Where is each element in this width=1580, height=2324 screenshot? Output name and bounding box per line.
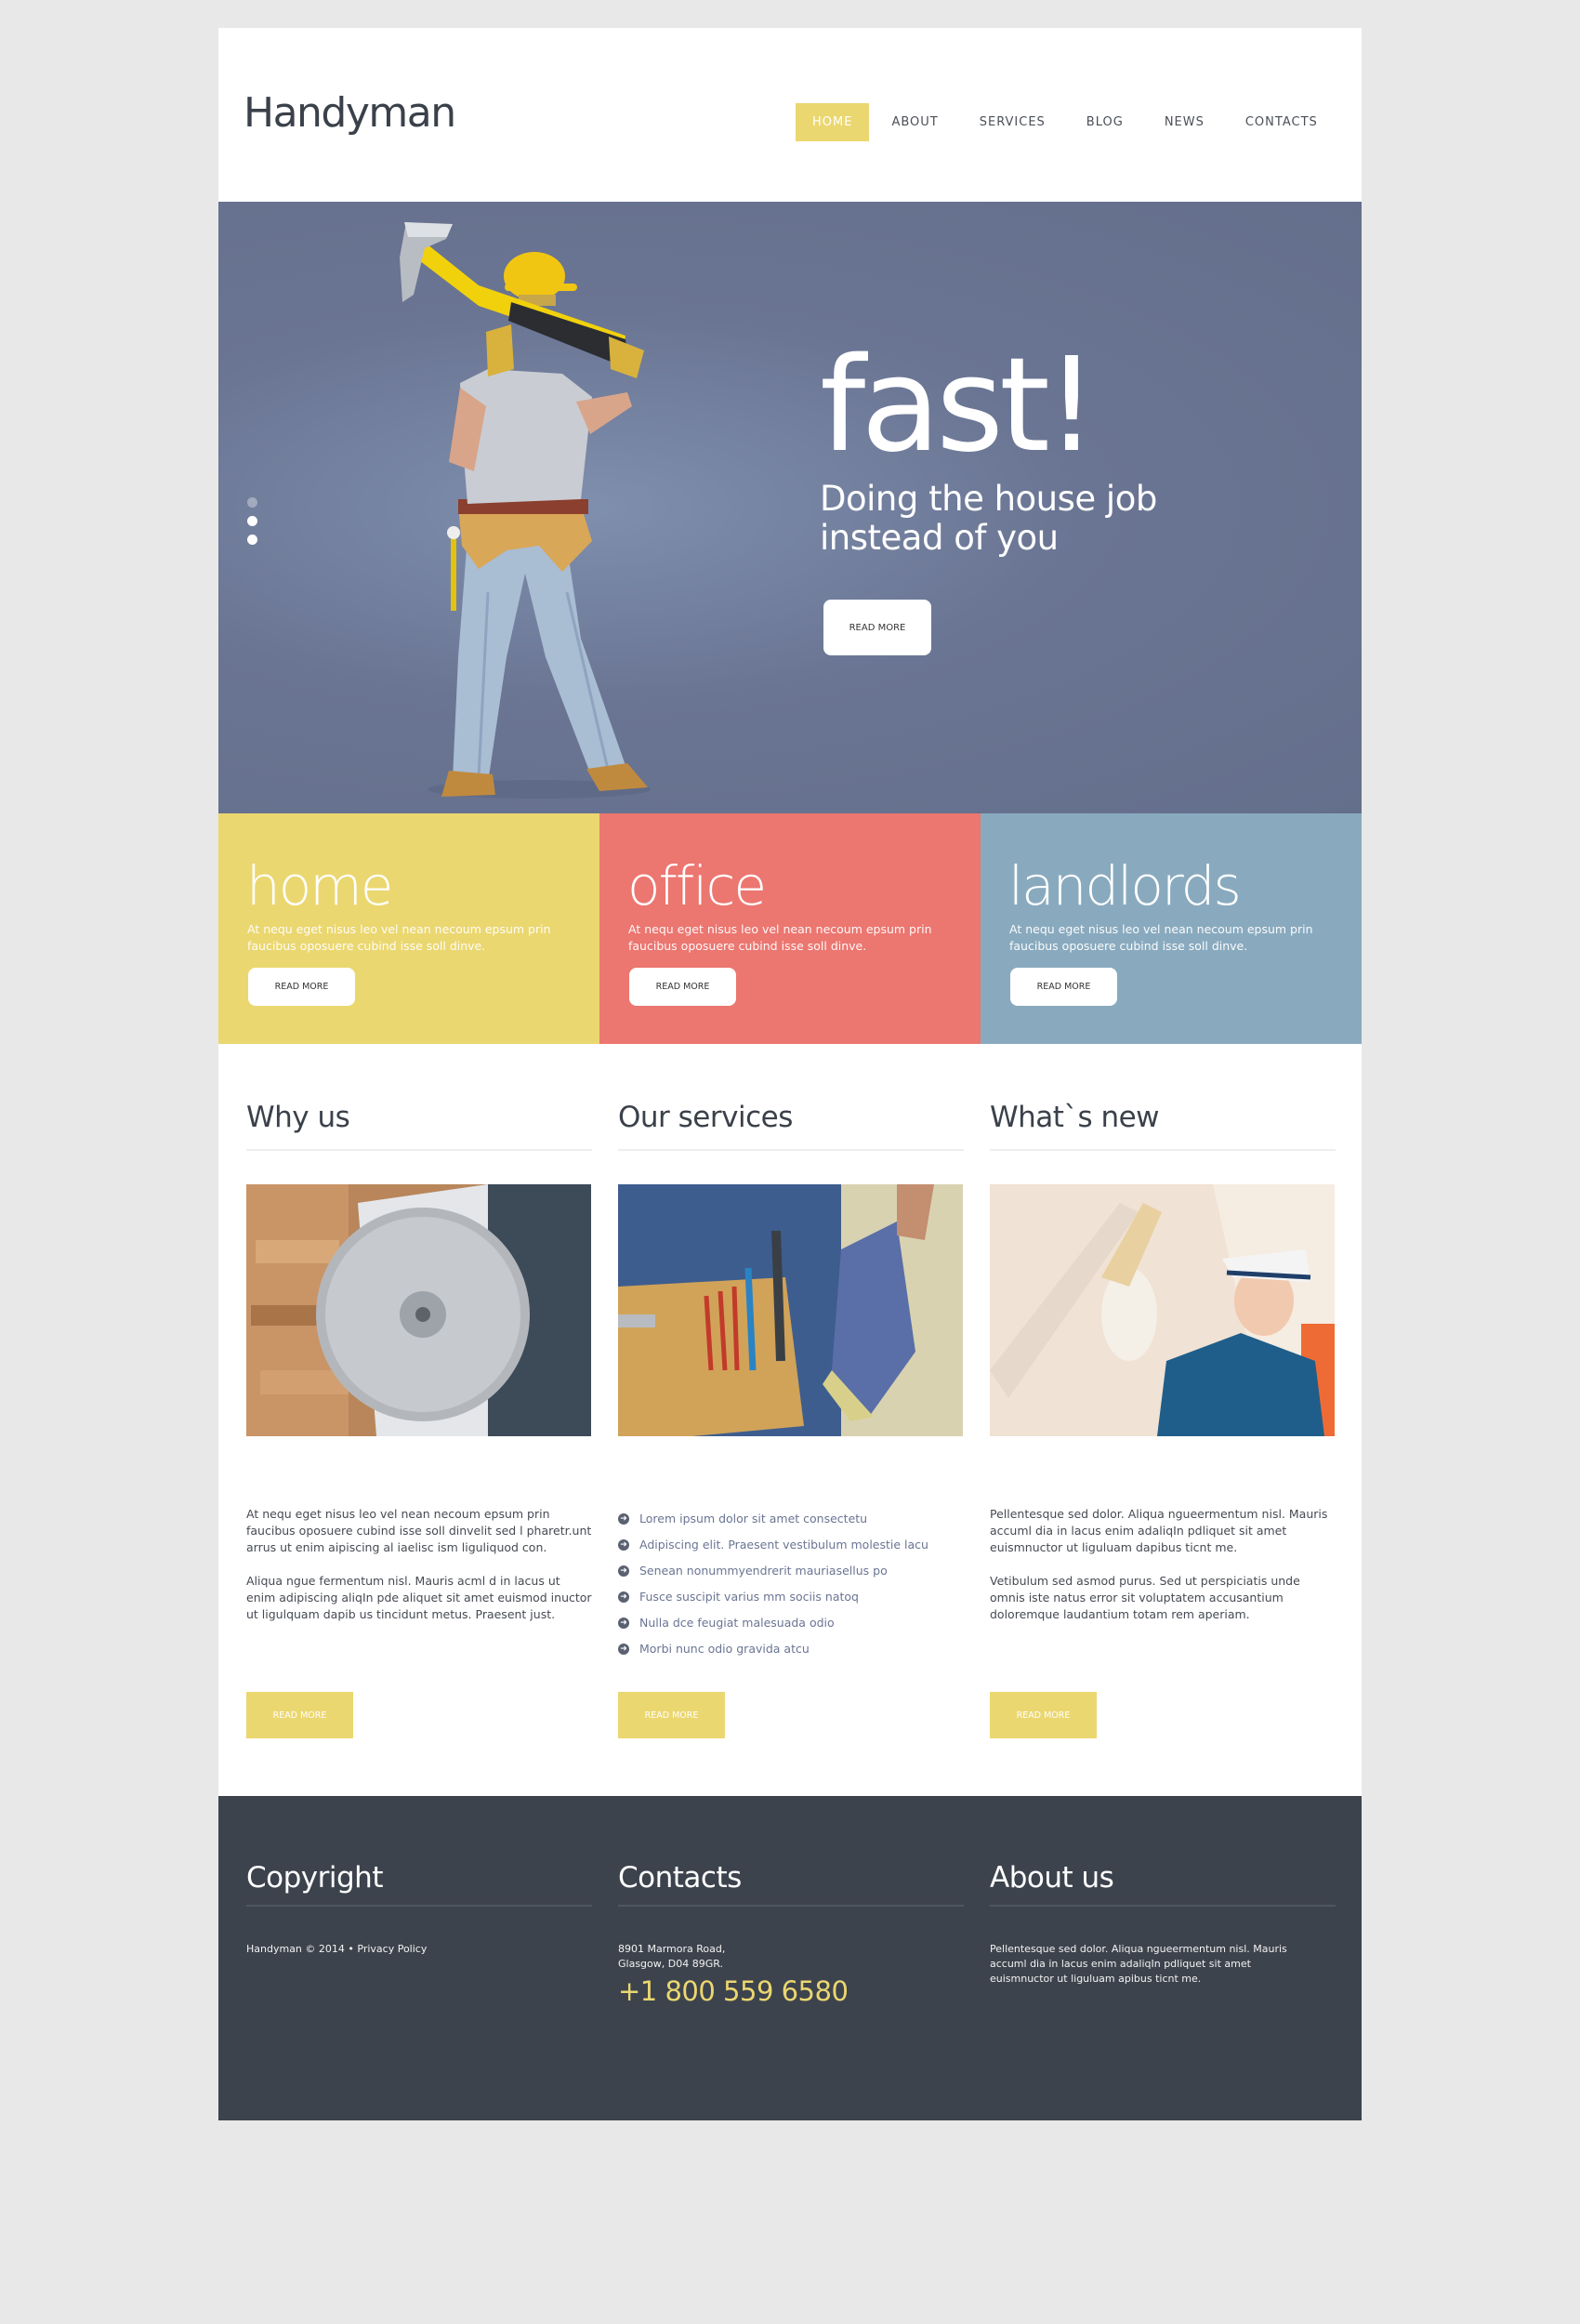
nav-services[interactable]: SERVICES bbox=[959, 103, 1066, 141]
tile-title: landlords bbox=[1008, 854, 1242, 918]
tile-read-more-button[interactable]: READ MORE bbox=[1010, 968, 1117, 1006]
footer-copyright: Copyright Handyman © 2014 • Privacy Poli… bbox=[246, 1861, 592, 1957]
circle-arrow-right-icon: ➜ bbox=[618, 1539, 629, 1551]
footer-title: Copyright bbox=[246, 1861, 592, 1907]
copyright-label: Handyman © 2014 • bbox=[246, 1943, 358, 1955]
slider-dot-2[interactable] bbox=[247, 516, 257, 526]
circle-arrow-right-icon: ➜ bbox=[618, 1513, 629, 1525]
service-item[interactable]: ➜ Adipiscing elit. Praesent vestibulum mo… bbox=[618, 1532, 964, 1558]
service-label: Morbi nunc odio gravida atcu bbox=[639, 1642, 810, 1656]
hero-worker-image bbox=[400, 222, 651, 799]
address-line-1: 8901 Marmora Road, bbox=[618, 1943, 726, 1955]
circle-arrow-right-icon: ➜ bbox=[618, 1644, 629, 1655]
services-list-wrap: ➜ Lorem ipsum dolor sit amet consectetu ➜… bbox=[618, 1506, 964, 1662]
main-nav: HOME ABOUT SERVICES BLOG NEWS CONTACTS bbox=[796, 103, 1338, 141]
services-read-more-button[interactable]: READ MORE bbox=[618, 1692, 725, 1738]
category-tiles: home At nequ eget nisus leo vel nean nec… bbox=[218, 813, 1362, 1044]
tile-title: office bbox=[627, 854, 767, 918]
section-title: Why us bbox=[246, 1097, 592, 1151]
circle-arrow-right-icon: ➜ bbox=[618, 1591, 629, 1603]
service-item[interactable]: ➜ Nulla dce feugiat malesuada odio bbox=[618, 1610, 964, 1636]
service-label: Nulla dce feugiat malesuada odio bbox=[639, 1616, 835, 1630]
whats-new-section: What`s new Pellentesque sed dolor. Aliqu… bbox=[990, 1097, 1336, 1738]
phone-number[interactable]: +1 800 559 6580 bbox=[618, 1975, 964, 2007]
circle-arrow-right-icon: ➜ bbox=[618, 1618, 629, 1629]
tile-read-more-button[interactable]: READ MORE bbox=[248, 968, 355, 1006]
nav-blog[interactable]: BLOG bbox=[1066, 103, 1144, 141]
why-us-text: At nequ eget nisus leo vel nean necoum e… bbox=[246, 1506, 592, 1623]
service-item[interactable]: ➜ Fusce suscipit varius mm sociis natoq bbox=[618, 1584, 964, 1610]
why-us-read-more-button[interactable]: READ MORE bbox=[246, 1692, 353, 1738]
about-text: Pellentesque sed dolor. Aliqua ngueermen… bbox=[990, 1943, 1287, 1985]
copyright-text: Handyman © 2014 • Privacy Policy bbox=[246, 1942, 592, 1957]
hero-headline: fast! bbox=[820, 330, 1098, 482]
tile-landlords: landlords At nequ eget nisus leo vel nea… bbox=[981, 813, 1362, 1044]
address: 8901 Marmora Road, Glasgow, D04 89GR. bbox=[618, 1942, 964, 1972]
footer-contacts: Contacts 8901 Marmora Road, Glasgow, D04… bbox=[618, 1861, 964, 2007]
hero-subline-1: Doing the house job bbox=[820, 479, 1157, 519]
nav-contacts[interactable]: CONTACTS bbox=[1225, 103, 1338, 141]
paragraph: At nequ eget nisus leo vel nean necoum e… bbox=[246, 1507, 592, 1554]
page-container: Handyman HOME ABOUT SERVICES BLOG NEWS C… bbox=[218, 28, 1362, 2120]
woman-sanding-image bbox=[990, 1184, 1335, 1436]
paragraph: Pellentesque sed dolor. Aliqua ngueermen… bbox=[990, 1507, 1328, 1554]
nav-about[interactable]: ABOUT bbox=[871, 103, 958, 141]
hero-read-more-button[interactable]: READ MORE bbox=[823, 600, 931, 655]
service-label: Adipiscing elit. Praesent vestibulum mol… bbox=[639, 1538, 928, 1552]
hero-subline-2: instead of you bbox=[820, 518, 1059, 558]
service-label: Lorem ipsum dolor sit amet consectetu bbox=[639, 1512, 868, 1525]
tool-belt-image bbox=[618, 1184, 963, 1436]
section-title: What`s new bbox=[990, 1097, 1336, 1151]
paragraph: Aliqua ngue fermentum nisl. Mauris acml … bbox=[246, 1574, 592, 1621]
services-section: Our services ➜ Lorem ipsum dolor sit amet… bbox=[618, 1097, 964, 1738]
site-header: Handyman HOME ABOUT SERVICES BLOG NEWS C… bbox=[218, 28, 1362, 202]
slider-dot-1[interactable] bbox=[247, 497, 257, 508]
nav-news[interactable]: NEWS bbox=[1144, 103, 1225, 141]
hero-slider: fast! Doing the house job instead of you… bbox=[218, 202, 1362, 813]
service-label: Senean nonummyendrerit mauriasellus po bbox=[639, 1564, 888, 1578]
section-title: Our services bbox=[618, 1097, 964, 1151]
footer-about: About us Pellentesque sed dolor. Aliqua … bbox=[990, 1861, 1336, 1987]
nav-home[interactable]: HOME bbox=[796, 103, 870, 141]
service-label: Fusce suscipit varius mm sociis natoq bbox=[639, 1590, 859, 1604]
circle-arrow-right-icon: ➜ bbox=[618, 1565, 629, 1577]
address-line-2: Glasgow, D04 89GR. bbox=[618, 1958, 723, 1970]
why-us-section: Why us At nequ eget nisus leo vel nean n… bbox=[246, 1097, 592, 1738]
service-item[interactable]: ➜ Lorem ipsum dolor sit amet consectetu bbox=[618, 1506, 964, 1532]
logo[interactable]: Handyman bbox=[244, 89, 456, 137]
privacy-policy-link[interactable]: Privacy Policy bbox=[357, 1943, 427, 1955]
services-list: ➜ Lorem ipsum dolor sit amet consectetu ➜… bbox=[618, 1506, 964, 1662]
slider-dot-3[interactable] bbox=[247, 535, 257, 545]
footer-title: Contacts bbox=[618, 1861, 964, 1907]
tile-text: At nequ eget nisus leo vel nean necoum e… bbox=[1009, 922, 1313, 953]
circular-saw-image bbox=[246, 1184, 591, 1436]
tile-home: home At nequ eget nisus leo vel nean nec… bbox=[218, 813, 599, 1044]
tile-read-more-button[interactable]: READ MORE bbox=[629, 968, 736, 1006]
slider-pagination bbox=[247, 497, 257, 553]
tile-office: office At nequ eget nisus leo vel nean n… bbox=[599, 813, 981, 1044]
whats-new-read-more-button[interactable]: READ MORE bbox=[990, 1692, 1097, 1738]
footer-title: About us bbox=[990, 1861, 1336, 1907]
service-item[interactable]: ➜ Senean nonummyendrerit mauriasellus po bbox=[618, 1558, 964, 1584]
paragraph: Vetibulum sed asmod purus. Sed ut perspi… bbox=[990, 1574, 1300, 1621]
tile-text: At nequ eget nisus leo vel nean necoum e… bbox=[247, 922, 551, 953]
hero-text: fast! Doing the house job instead of you bbox=[820, 330, 1157, 558]
tile-title: home bbox=[246, 854, 393, 918]
whats-new-text: Pellentesque sed dolor. Aliqua ngueermen… bbox=[990, 1506, 1336, 1623]
site-footer: Copyright Handyman © 2014 • Privacy Poli… bbox=[218, 1796, 1362, 2120]
tile-text: At nequ eget nisus leo vel nean necoum e… bbox=[628, 922, 932, 953]
service-item[interactable]: ➜ Morbi nunc odio gravida atcu bbox=[618, 1636, 964, 1662]
